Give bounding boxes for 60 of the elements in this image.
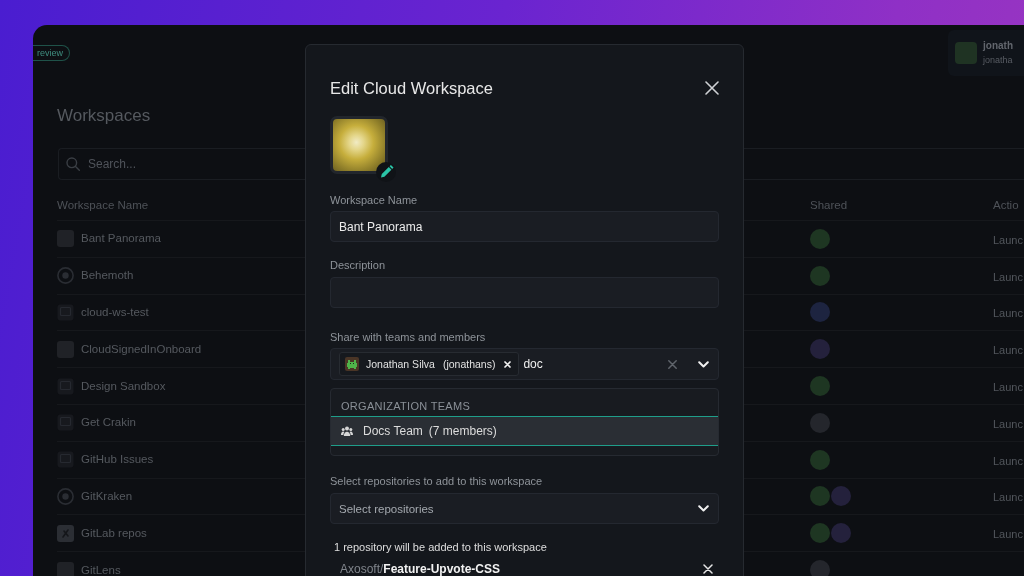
round-logo-icon — [57, 267, 74, 285]
user-card[interactable]: jonath jonatha — [948, 30, 1024, 76]
workspace-name[interactable]: GitKraken — [81, 489, 133, 503]
launch-link[interactable]: Launc — [993, 344, 1023, 357]
workspace-name[interactable]: GitLab repos — [81, 526, 147, 540]
launch-link[interactable]: Launc — [993, 454, 1023, 467]
column-header: Actio — [993, 198, 1019, 211]
launch-link[interactable]: Launc — [993, 417, 1023, 430]
search-icon — [66, 157, 80, 171]
pencil-icon[interactable] — [376, 162, 396, 182]
column-header: Shared — [810, 198, 848, 211]
workspace-image[interactable] — [330, 116, 388, 174]
window-icon — [57, 451, 74, 469]
logo-tile-icon — [57, 524, 74, 542]
avatar-icon — [345, 357, 359, 371]
member-search-input[interactable]: doc — [523, 357, 546, 371]
users-icon — [341, 426, 353, 436]
close-icon[interactable] — [705, 81, 719, 95]
clear-icon[interactable] — [668, 359, 677, 369]
dialog-title: Edit Cloud Workspace — [330, 78, 493, 98]
name-input[interactable]: Bant Panorama — [330, 211, 719, 242]
field-label: Share with teams and members — [330, 330, 487, 344]
menu-heading: ORGANIZATION TEAMS — [340, 399, 472, 413]
window-icon — [57, 377, 74, 395]
workspace-name[interactable]: Behemoth — [81, 269, 134, 283]
page-title: Workspaces — [57, 105, 151, 127]
member-handle: (jonathans) — [442, 358, 496, 370]
field-label: Description — [330, 258, 387, 272]
repository-path: Axosoft/Feature-Upvote-CSS — [340, 562, 501, 576]
share-select[interactable]: Jonathan Silva (jonathans) doc — [330, 348, 719, 380]
workspace-name[interactable]: GitLens — [81, 563, 121, 576]
workspace-name[interactable]: Design Sandbox — [81, 379, 166, 393]
workspace-name[interactable]: CloudSignedInOnboard — [81, 342, 202, 356]
launch-link[interactable]: Launc — [993, 528, 1023, 541]
launch-link[interactable]: Launc — [993, 491, 1023, 504]
workspace-name[interactable]: cloud-ws-test — [81, 306, 149, 319]
repository-select[interactable]: Select repositories — [330, 493, 719, 524]
field-label: Workspace Name — [330, 193, 419, 207]
workspace-name[interactable]: Get Crakin — [81, 416, 136, 430]
workspace-name[interactable]: Bant Panorama — [81, 232, 161, 246]
launch-link[interactable]: Launc — [993, 381, 1023, 394]
window-icon — [57, 304, 74, 321]
user-name: jonath — [983, 40, 1013, 52]
round-logo-icon — [57, 487, 74, 505]
remove-icon[interactable] — [703, 564, 713, 574]
field-label: Select repositories to add to this workspace — [330, 474, 544, 488]
window-icon — [57, 414, 74, 432]
chevron-down-icon[interactable] — [698, 505, 709, 512]
avatar-icon — [955, 42, 977, 64]
repository-summary: 1 repository will be added to this workspace — [333, 540, 548, 554]
workspace-name[interactable]: GitHub Issues — [81, 453, 154, 467]
launch-link[interactable]: Launc — [993, 270, 1023, 283]
team-option[interactable]: Docs Team (7 members) — [331, 416, 718, 446]
member-name: Jonathan Silva — [366, 358, 435, 370]
launch-link[interactable]: Launc — [993, 307, 1023, 320]
user-handle: jonatha — [983, 55, 1013, 66]
remove-icon[interactable] — [504, 360, 512, 368]
chevron-down-icon[interactable] — [698, 360, 709, 368]
column-header: Workspace Name — [57, 198, 149, 211]
launch-link[interactable]: Launc — [993, 233, 1023, 246]
